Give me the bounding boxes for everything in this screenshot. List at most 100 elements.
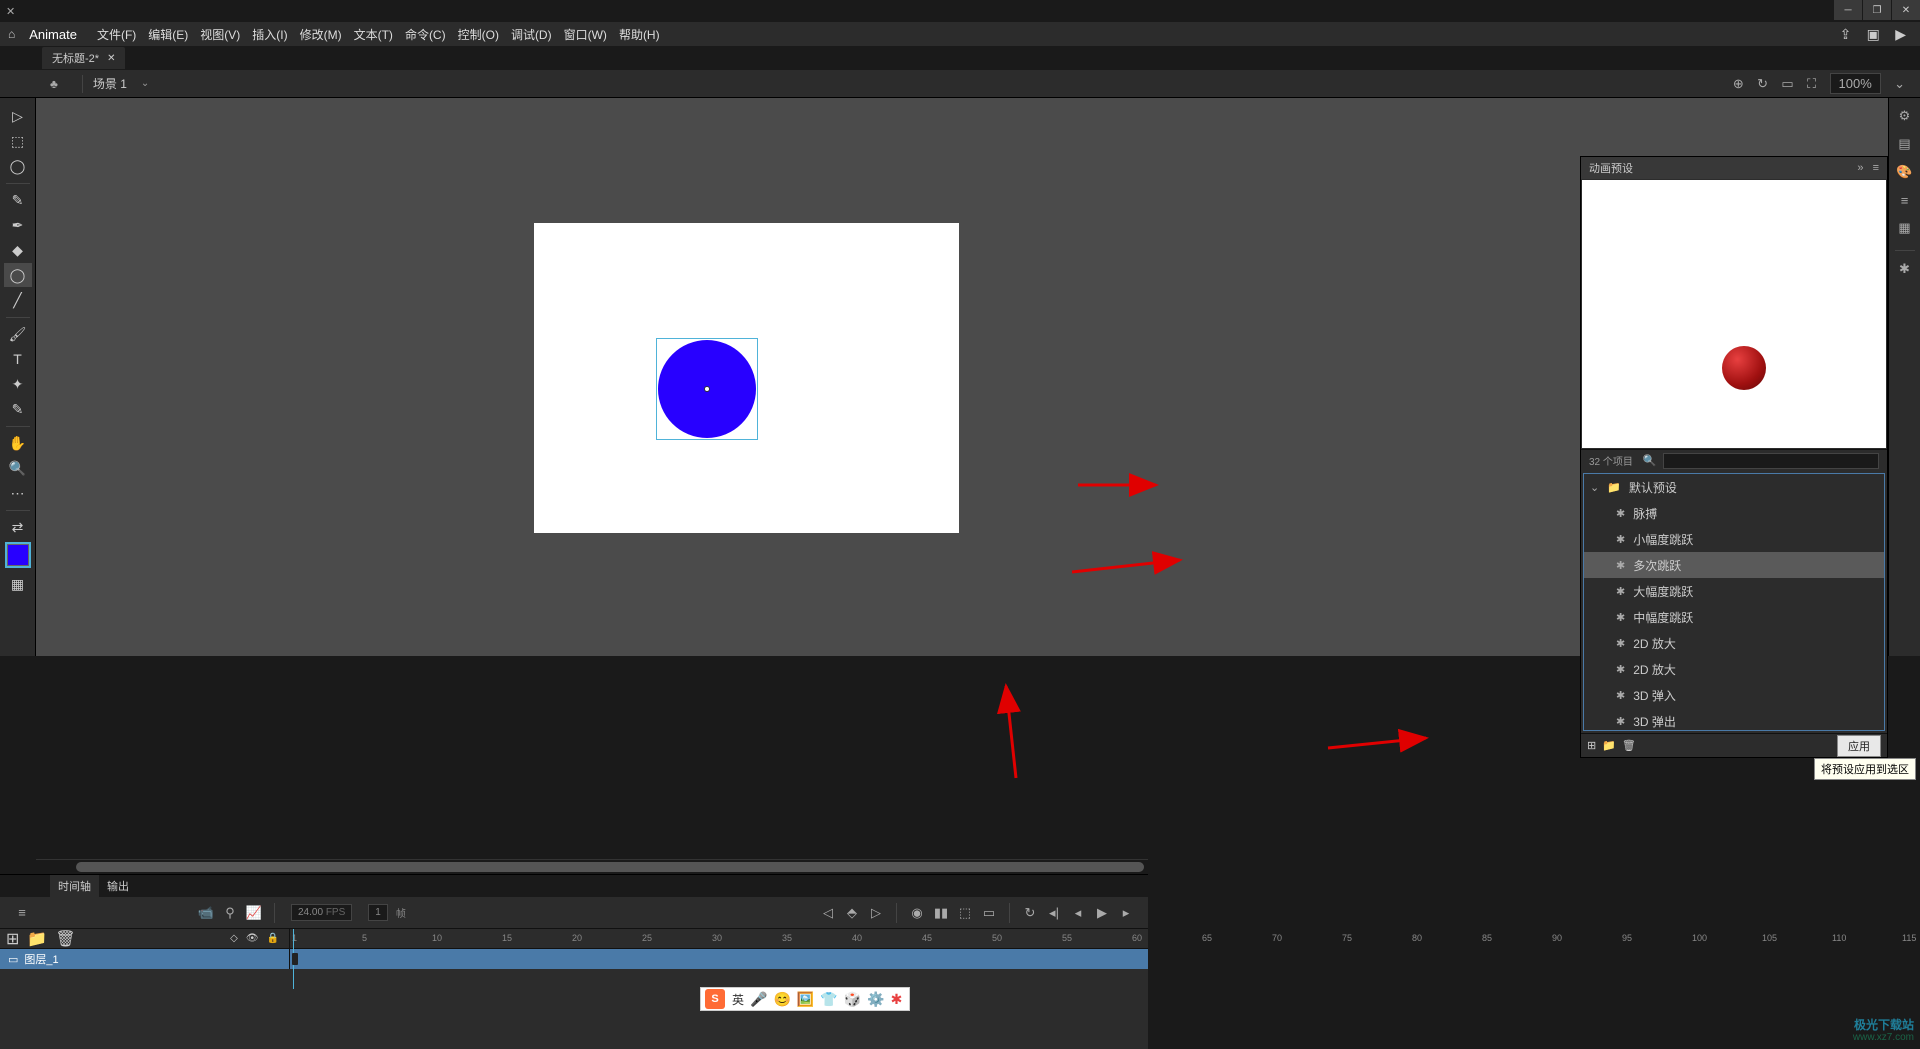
timeline-ruler[interactable]: 1510152025303540455055606570758085909510… <box>290 929 1148 949</box>
paint-bucket-tool[interactable]: 🖌 <box>4 322 32 346</box>
menu-insert[interactable]: 插入(I) <box>252 26 287 43</box>
delete-preset-icon[interactable]: 🗑 <box>1622 739 1636 752</box>
edit-multiple-icon[interactable]: ▮▮ <box>929 901 953 925</box>
keyframe-marker[interactable] <box>292 953 298 965</box>
ime-dice-icon[interactable]: 🎲 <box>844 991 861 1008</box>
home-icon[interactable]: ⌂ <box>8 27 15 41</box>
menu-control[interactable]: 控制(O) <box>458 26 499 43</box>
ime-star-icon[interactable]: ✱ <box>891 991 903 1008</box>
bone-tool[interactable]: ✦ <box>4 372 32 396</box>
search-icon[interactable]: 🔍 <box>1643 454 1657 467</box>
fit-icon[interactable]: ⛶ <box>1807 76 1816 91</box>
ime-image-icon[interactable]: 🖼️ <box>797 991 814 1008</box>
color-panel-icon[interactable]: 🎨 <box>1893 160 1917 184</box>
panel-collapse-icon[interactable]: » <box>1857 162 1863 174</box>
swap-colors-icon[interactable]: ⇄ <box>4 515 32 539</box>
onion-skin-icon[interactable]: ◉ <box>905 901 929 925</box>
menu-debug[interactable]: 调试(D) <box>511 26 552 43</box>
align-icon[interactable]: ≡ <box>1893 188 1917 212</box>
apply-button[interactable]: 应用 <box>1837 735 1881 757</box>
selection-bounds[interactable] <box>656 338 758 440</box>
library-icon[interactable]: ▤ <box>1893 132 1917 156</box>
pen-tool[interactable]: ✒ <box>4 213 32 237</box>
zoom-tool[interactable]: 🔍 <box>4 456 32 480</box>
subselection-tool[interactable]: ⬚ <box>4 129 32 153</box>
preset-list[interactable]: ⌄ 📁 默认预设 ✱脉搏 ✱小幅度跳跃 ✱多次跳跃 ✱大幅度跳跃 ✱中幅度跳跃 … <box>1583 473 1885 731</box>
eraser-tool[interactable]: ◆ <box>4 238 32 262</box>
panel-menu-icon[interactable]: ≡ <box>1873 162 1879 174</box>
menu-help[interactable]: 帮助(H) <box>619 26 660 43</box>
preset-item-5[interactable]: ✱2D 放大 <box>1584 630 1884 656</box>
add-folder-icon[interactable]: 📁 <box>27 929 47 949</box>
new-preset-icon[interactable]: ⊞ <box>1587 739 1596 752</box>
preset-item-8[interactable]: ✱3D 弹出 <box>1584 708 1884 731</box>
document-tab[interactable]: 无标题-2* ✕ <box>42 47 125 69</box>
preset-item-3[interactable]: ✱大幅度跳跃 <box>1584 578 1884 604</box>
workspace-close-icon[interactable]: ✕ <box>6 5 15 18</box>
menu-modify[interactable]: 修改(M) <box>300 26 342 43</box>
layer-name[interactable]: 图层_1 <box>24 951 58 967</box>
prev-keyframe-icon[interactable]: ◁ <box>816 901 840 925</box>
window-close-button[interactable]: ✕ <box>1892 0 1920 20</box>
menu-window[interactable]: 窗口(W) <box>564 26 607 43</box>
add-layer-icon[interactable]: ⊞ <box>6 929 19 949</box>
lasso-tool[interactable]: ◯ <box>4 154 32 178</box>
menu-view[interactable]: 视图(V) <box>200 26 240 43</box>
ime-toolbar[interactable]: S 英 🎤 😊 🖼️ 👕 🎲 ⚙️ ✱ <box>700 987 910 1011</box>
ime-emoji-icon[interactable]: 😊 <box>773 991 790 1008</box>
object-drawing-icon[interactable]: ▦ <box>4 572 32 596</box>
graph-icon[interactable]: 📈 <box>242 901 266 925</box>
link-icon[interactable]: ⚲ <box>218 901 242 925</box>
scene-icon[interactable]: ♣ <box>50 77 58 91</box>
eyedropper-tool[interactable]: ✎ <box>4 397 32 421</box>
preset-item-4[interactable]: ✱中幅度跳跃 <box>1584 604 1884 630</box>
preset-search-input[interactable] <box>1663 453 1879 469</box>
scene-selector[interactable]: 场景 1 <box>93 75 127 92</box>
ime-mic-icon[interactable]: 🎤 <box>750 991 767 1008</box>
ime-shirt-icon[interactable]: 👕 <box>820 991 837 1008</box>
lock-icon[interactable]: 🔒 <box>267 933 279 944</box>
step-forward-icon[interactable]: ▸ <box>1114 901 1138 925</box>
visibility-icon[interactable]: 👁 <box>246 933 259 944</box>
ime-lang[interactable]: 英 <box>732 991 744 1008</box>
tab-close-icon[interactable]: ✕ <box>107 53 115 64</box>
layer-row[interactable]: ▭ 图层_1 <box>0 949 289 969</box>
fps-value[interactable]: 24.00 <box>298 907 323 918</box>
tab-timeline[interactable]: 时间轴 <box>50 875 99 897</box>
current-frame[interactable]: 1 <box>375 907 381 918</box>
window-maximize-button[interactable]: ❐ <box>1863 0 1891 20</box>
chevron-down-icon[interactable]: ⌄ <box>141 78 149 89</box>
play-button[interactable]: ▶ <box>1090 901 1114 925</box>
center-stage-icon[interactable]: ⊕ <box>1733 76 1744 91</box>
highlight-icon[interactable]: ◇ <box>230 933 238 944</box>
menu-file[interactable]: 文件(F) <box>97 26 136 43</box>
window-minimize-button[interactable]: ─ <box>1834 0 1862 20</box>
tab-output[interactable]: 输出 <box>99 875 137 897</box>
menu-edit[interactable]: 编辑(E) <box>148 26 188 43</box>
share-icon[interactable]: ⇪ <box>1840 26 1852 42</box>
blue-circle-shape[interactable] <box>658 340 756 438</box>
selection-tool[interactable]: ▷ <box>4 104 32 128</box>
horizontal-scrollbar[interactable] <box>76 862 1144 872</box>
fill-color-swatch[interactable] <box>7 544 29 566</box>
preset-item-0[interactable]: ✱脉搏 <box>1584 500 1884 526</box>
preset-item-2[interactable]: ✱多次跳跃 <box>1584 552 1884 578</box>
workspace-icon[interactable]: ▣ <box>1867 26 1880 42</box>
text-tool[interactable]: T <box>4 347 32 371</box>
oval-tool[interactable]: ◯ <box>4 263 32 287</box>
hand-tool[interactable]: ✋ <box>4 431 32 455</box>
loop-icon[interactable]: ↻ <box>1018 901 1042 925</box>
more-tools-icon[interactable]: ⋯ <box>4 481 32 505</box>
preset-item-1[interactable]: ✱小幅度跳跃 <box>1584 526 1884 552</box>
preset-folder[interactable]: ⌄ 📁 默认预设 <box>1584 474 1884 500</box>
delete-layer-icon[interactable]: 🗑 <box>55 929 75 949</box>
step-back-icon[interactable]: ◂ <box>1066 901 1090 925</box>
rotate-icon[interactable]: ↻ <box>1757 76 1768 91</box>
line-tool[interactable]: ╱ <box>4 288 32 312</box>
ime-gear-icon[interactable]: ⚙️ <box>867 991 884 1008</box>
marker-icon[interactable]: ⬚ <box>953 901 977 925</box>
play-icon[interactable]: ▶ <box>1895 26 1906 42</box>
preset-item-7[interactable]: ✱3D 弹入 <box>1584 682 1884 708</box>
insert-keyframe-icon[interactable]: ⬘ <box>840 901 864 925</box>
settings-icon[interactable]: ⚙ <box>1893 104 1917 128</box>
